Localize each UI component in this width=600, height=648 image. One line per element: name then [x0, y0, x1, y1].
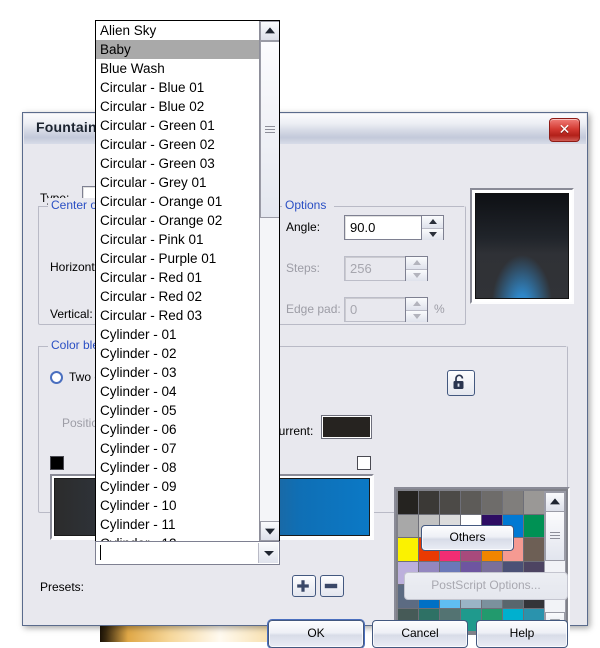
dropdown-item[interactable]: Circular - Blue 01 — [96, 78, 259, 97]
others-button[interactable]: Others — [421, 525, 514, 551]
chevron-up-icon[interactable] — [545, 492, 565, 512]
dropdown-item[interactable]: Circular - Red 02 — [96, 287, 259, 306]
stepper-up-icon[interactable] — [406, 298, 427, 310]
two-color-radio[interactable] — [50, 371, 63, 384]
palette-swatch-1-0[interactable] — [398, 514, 418, 537]
palette-swatch-0-5[interactable] — [503, 491, 523, 514]
angle-value: 90.0 — [350, 220, 376, 235]
help-button[interactable]: Help — [476, 620, 568, 648]
plus-icon[interactable] — [292, 575, 316, 597]
dropdown-item[interactable]: Cylinder - 01 — [96, 325, 259, 344]
palette-swatch-2-6[interactable] — [524, 538, 544, 561]
presets-combo[interactable] — [95, 541, 280, 565]
stepper-down-icon[interactable] — [406, 268, 427, 281]
palette-swatch-0-2[interactable] — [440, 491, 460, 514]
chevron-up-icon[interactable] — [260, 21, 279, 41]
dropdown-item[interactable]: Circular - Green 02 — [96, 135, 259, 154]
current-color-swatch[interactable] — [321, 415, 372, 439]
chevron-down-icon[interactable] — [260, 521, 279, 541]
edge-pad-percent: % — [434, 302, 445, 316]
stepper-up-icon[interactable] — [422, 216, 443, 228]
vertical-label: Vertical: — [50, 307, 93, 321]
preset-type-dropdown-list[interactable]: Alien Sky Baby Blue Wash Circular - Blue 01… — [95, 20, 280, 542]
dropdown-item[interactable]: Circular - Blue 02 — [96, 97, 259, 116]
dropdown-item[interactable]: Circular - Pink 01 — [96, 230, 259, 249]
dropdown-item[interactable]: Circular - Red 01 — [96, 268, 259, 287]
dropdown-item[interactable]: Baby — [96, 40, 259, 59]
angle-label: Angle: — [286, 220, 321, 234]
palette-swatch-0-3[interactable] — [461, 491, 481, 514]
dropdown-item[interactable]: Cylinder - 03 — [96, 363, 259, 382]
palette-scrollbar[interactable] — [544, 491, 566, 633]
chevron-down-icon[interactable] — [258, 543, 278, 563]
close-icon[interactable] — [549, 118, 580, 142]
dropdown-item[interactable]: Cylinder - 11 — [96, 515, 259, 534]
dropdown-item[interactable]: Cylinder - 10 — [96, 496, 259, 515]
dropdown-item[interactable]: Circular - Orange 01 — [96, 192, 259, 211]
edge-pad-stepper[interactable] — [405, 297, 428, 322]
ok-button[interactable]: OK — [268, 620, 364, 648]
dropdown-item[interactable]: Circular - Orange 02 — [96, 211, 259, 230]
steps-value: 256 — [350, 261, 372, 276]
options-title: Options — [282, 198, 330, 212]
palette-swatch-0-6[interactable] — [524, 491, 544, 514]
dropdown-items[interactable]: Alien Sky Baby Blue Wash Circular - Blue 01… — [96, 21, 259, 541]
stepper-up-icon[interactable] — [406, 257, 427, 269]
dropdown-item[interactable]: Cylinder - 04 — [96, 382, 259, 401]
steps-input[interactable]: 256 — [344, 256, 406, 281]
steps-stepper[interactable] — [405, 256, 428, 281]
palette-swatch-2-0[interactable] — [398, 538, 418, 561]
dropdown-item[interactable]: Circular - Red 03 — [96, 306, 259, 325]
steps-label: Steps: — [286, 261, 321, 275]
gradient-to-node[interactable] — [357, 456, 371, 470]
dropdown-item[interactable]: Blue Wash — [96, 59, 259, 78]
palette-scroll-thumb[interactable] — [545, 511, 565, 561]
dropdown-item[interactable]: Cylinder - 06 — [96, 420, 259, 439]
dropdown-item[interactable]: Circular - Grey 01 — [96, 173, 259, 192]
presets-label: Presets: — [40, 580, 85, 594]
palette-swatch-1-6[interactable] — [524, 514, 544, 537]
group-border-left — [38, 346, 48, 348]
dropdown-item[interactable]: Circular - Green 01 — [96, 116, 259, 135]
palette-swatch-0-0[interactable] — [398, 491, 418, 514]
cancel-button[interactable]: Cancel — [372, 620, 468, 648]
group-border-right — [334, 206, 464, 208]
fountain-fill-preview — [470, 188, 574, 304]
minus-icon[interactable] — [320, 575, 344, 597]
text-cursor — [100, 545, 101, 560]
palette-swatch-0-1[interactable] — [419, 491, 439, 514]
dropdown-item[interactable]: Circular - Green 03 — [96, 154, 259, 173]
dropdown-item[interactable]: Circular - Purple 01 — [96, 249, 259, 268]
color-palette — [394, 487, 570, 637]
edge-pad-value: 0 — [350, 302, 358, 317]
stepper-down-icon[interactable] — [422, 227, 443, 240]
group-border-left — [38, 206, 48, 208]
edge-pad-label: Edge pad: — [286, 302, 341, 316]
palette-swatch-0-4[interactable] — [482, 491, 502, 514]
dropdown-item[interactable]: Alien Sky — [96, 21, 259, 40]
dropdown-item[interactable]: Cylinder - 07 — [96, 439, 259, 458]
dropdown-scroll-thumb[interactable] — [260, 41, 279, 218]
preview-image — [475, 193, 569, 299]
color-palette-grid[interactable] — [398, 491, 544, 631]
dropdown-item[interactable]: Cylinder - 02 — [96, 344, 259, 363]
dropdown-item[interactable]: Cylinder - 09 — [96, 477, 259, 496]
edge-pad-input[interactable]: 0 — [344, 297, 406, 322]
dropdown-item[interactable]: Cylinder - 08 — [96, 458, 259, 477]
gradient-from-node[interactable] — [50, 456, 64, 470]
dropdown-scrollbar[interactable] — [259, 21, 279, 541]
angle-input[interactable]: 90.0 — [344, 215, 422, 240]
postscript-options-button[interactable]: PostScript Options... — [404, 572, 568, 600]
stepper-down-icon[interactable] — [406, 309, 427, 322]
dropdown-item[interactable]: Cylinder - 05 — [96, 401, 259, 420]
angle-stepper[interactable] — [421, 215, 444, 240]
